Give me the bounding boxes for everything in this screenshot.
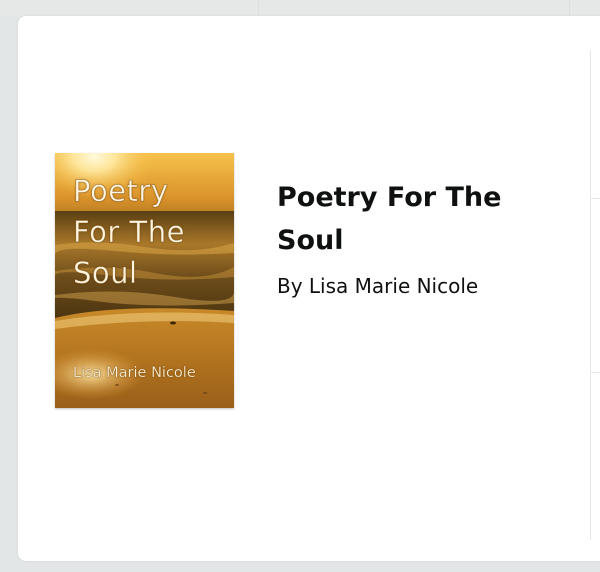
top-strip-segment (259, 0, 570, 16)
top-strip (0, 0, 600, 16)
cover-author: Lisa Marie Nicole (73, 365, 196, 381)
cover-title-line: Soul (73, 256, 138, 291)
book-card[interactable]: Poetry For The Soul Lisa Marie Nicole Po… (18, 16, 600, 561)
page: Poetry For The Soul Lisa Marie Nicole Po… (0, 0, 600, 572)
top-strip-segment (0, 0, 259, 16)
cover-title-line: For The (73, 215, 185, 250)
divider-tick (591, 372, 600, 373)
cover-title: Poetry For The Soul (73, 171, 223, 294)
book-cover-image[interactable]: Poetry For The Soul Lisa Marie Nicole (55, 153, 234, 408)
card-divider (590, 50, 591, 540)
book-title-link[interactable]: Poetry For The Soul (277, 176, 537, 262)
cover-title-line: Poetry (73, 174, 169, 209)
divider-tick (591, 198, 600, 199)
book-author: By Lisa Marie Nicole (277, 274, 479, 298)
